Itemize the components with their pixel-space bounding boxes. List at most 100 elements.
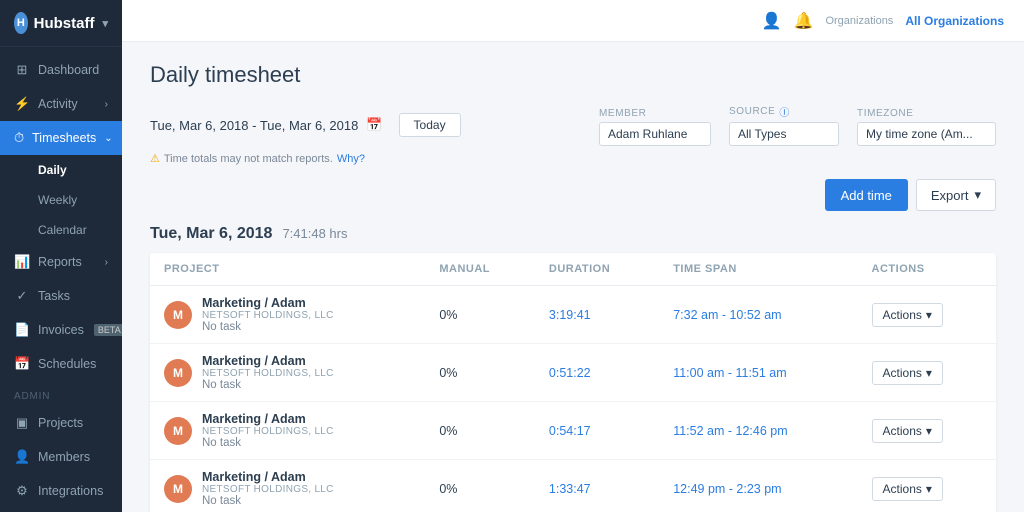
actions-button[interactable]: Actions ▾ bbox=[872, 477, 943, 501]
th-timespan: Time span bbox=[659, 253, 857, 286]
export-chevron-icon: ▾ bbox=[974, 187, 981, 203]
project-name: Marketing / Adam bbox=[202, 354, 334, 368]
th-actions: Actions bbox=[858, 253, 996, 286]
project-cell: M Marketing / Adam NETSOFT HOLDINGS, LLC… bbox=[150, 460, 425, 512]
sidebar-item-dashboard[interactable]: ⊞ Dashboard bbox=[0, 53, 122, 87]
sidebar-item-payments[interactable]: 💳 Payments bbox=[0, 508, 122, 512]
sidebar-subitem-daily[interactable]: Daily bbox=[0, 155, 122, 185]
dashboard-icon: ⊞ bbox=[14, 62, 30, 78]
timespan-cell: 11:52 am - 12:46 pm bbox=[659, 402, 857, 460]
sidebar-item-timesheets[interactable]: ⏱ Timesheets ⌄ bbox=[0, 121, 122, 155]
source-filter-label: SOURCE ⓘ bbox=[729, 104, 839, 119]
export-button[interactable]: Export ▾ bbox=[916, 179, 996, 211]
org-value[interactable]: All Organizations bbox=[905, 14, 1004, 28]
topbar: 👤 🔔 Organizations All Organizations bbox=[122, 0, 1024, 42]
weekly-label: Weekly bbox=[38, 193, 77, 207]
warning-banner: ⚠ Time totals may not match reports. Why… bbox=[150, 152, 996, 165]
table-row: M Marketing / Adam NETSOFT HOLDINGS, LLC… bbox=[150, 286, 996, 344]
project-info: Marketing / Adam NETSOFT HOLDINGS, LLC N… bbox=[202, 412, 334, 449]
sidebar-item-reports[interactable]: 📊 Reports › bbox=[0, 245, 122, 279]
integrations-icon: ⚙ bbox=[14, 483, 30, 499]
timespan-cell: 7:32 am - 10:52 am bbox=[659, 286, 857, 344]
sidebar-item-invoices[interactable]: 📄 Invoices BETA bbox=[0, 313, 122, 347]
member-filter-label: MEMBER bbox=[599, 108, 711, 119]
timespan-value: 12:49 pm - 2:23 pm bbox=[673, 482, 781, 496]
project-task: No task bbox=[202, 379, 334, 391]
actions-cell: Actions ▾ bbox=[858, 344, 996, 402]
actions-button[interactable]: Actions ▾ bbox=[872, 303, 943, 327]
actions-chevron-icon: ▾ bbox=[926, 424, 932, 438]
timespan-value: 7:32 am - 10:52 am bbox=[673, 308, 781, 322]
sidebar-item-integrations[interactable]: ⚙ Integrations bbox=[0, 474, 122, 508]
page-title: Daily timesheet bbox=[150, 62, 996, 88]
duration-value: 0:51:22 bbox=[549, 366, 591, 380]
th-project: Project bbox=[150, 253, 425, 286]
sidebar-item-label: Invoices bbox=[38, 323, 84, 337]
duration-value: 1:33:47 bbox=[549, 482, 591, 496]
sidebar-subitem-weekly[interactable]: Weekly bbox=[0, 185, 122, 215]
sidebar-item-projects[interactable]: ▣ Projects bbox=[0, 406, 122, 440]
chevron-right-icon: › bbox=[105, 257, 108, 268]
member-filter-group: MEMBER Adam Ruhlane bbox=[599, 108, 711, 146]
sidebar: H Hubstaff ▾ ⊞ Dashboard ⚡ Activity › ⏱ … bbox=[0, 0, 122, 512]
projects-icon: ▣ bbox=[14, 415, 30, 431]
th-manual: Manual bbox=[425, 253, 535, 286]
calendar-icon[interactable]: 📅 bbox=[366, 117, 382, 133]
actions-label: Actions bbox=[883, 308, 922, 322]
sidebar-item-label: Tasks bbox=[38, 289, 70, 303]
reports-icon: 📊 bbox=[14, 254, 30, 270]
timespan-value: 11:52 am - 12:46 pm bbox=[673, 424, 787, 438]
actions-label: Actions bbox=[883, 482, 922, 496]
sidebar-subitem-calendar[interactable]: Calendar bbox=[0, 215, 122, 245]
app-logo[interactable]: H Hubstaff ▾ bbox=[0, 0, 122, 47]
sidebar-item-tasks[interactable]: ✓ Tasks bbox=[0, 279, 122, 313]
project-task: No task bbox=[202, 437, 334, 449]
duration-value: 0:54:17 bbox=[549, 424, 591, 438]
timespan-cell: 12:49 pm - 2:23 pm bbox=[659, 460, 857, 512]
logo-icon: H bbox=[14, 12, 28, 34]
avatar: M bbox=[164, 417, 192, 445]
table-row: M Marketing / Adam NETSOFT HOLDINGS, LLC… bbox=[150, 344, 996, 402]
actions-button[interactable]: Actions ▾ bbox=[872, 361, 943, 385]
manual-cell: 0% bbox=[425, 460, 535, 512]
sidebar-item-schedules[interactable]: 📅 Schedules bbox=[0, 347, 122, 381]
today-button[interactable]: Today bbox=[399, 113, 461, 137]
add-time-button[interactable]: Add time bbox=[825, 179, 908, 211]
sidebar-nav: ⊞ Dashboard ⚡ Activity › ⏱ Timesheets ⌄ … bbox=[0, 47, 122, 512]
project-cell: M Marketing / Adam NETSOFT HOLDINGS, LLC… bbox=[150, 286, 425, 344]
sidebar-item-activity[interactable]: ⚡ Activity › bbox=[0, 87, 122, 121]
project-name: Marketing / Adam bbox=[202, 296, 334, 310]
tasks-icon: ✓ bbox=[14, 288, 30, 304]
sidebar-item-members[interactable]: 👤 Members bbox=[0, 440, 122, 474]
filter-bar: Tue, Mar 6, 2018 - Tue, Mar 6, 2018 📅 To… bbox=[150, 104, 996, 146]
actions-cell: Actions ▾ bbox=[858, 460, 996, 512]
sidebar-item-label: Members bbox=[38, 450, 90, 464]
source-select[interactable]: All Types bbox=[729, 122, 839, 146]
sidebar-item-label: Activity bbox=[38, 97, 78, 111]
timesheets-icon: ⏱ bbox=[14, 130, 24, 146]
schedules-icon: 📅 bbox=[14, 356, 30, 372]
timespan-value: 11:00 am - 11:51 am bbox=[673, 366, 787, 380]
filter-controls: MEMBER Adam Ruhlane SOURCE ⓘ All Types bbox=[599, 104, 996, 146]
manual-cell: 0% bbox=[425, 344, 535, 402]
action-row: Add time Export ▾ bbox=[150, 179, 996, 211]
th-duration: Duration bbox=[535, 253, 659, 286]
project-org: NETSOFT HOLDINGS, LLC bbox=[202, 484, 334, 495]
activity-icon: ⚡ bbox=[14, 96, 30, 112]
timezone-select[interactable]: My time zone (Am... bbox=[857, 122, 996, 146]
day-header: Tue, Mar 6, 2018 7:41:48 hrs bbox=[150, 225, 996, 243]
member-select[interactable]: Adam Ruhlane bbox=[599, 122, 711, 146]
actions-button[interactable]: Actions ▾ bbox=[872, 419, 943, 443]
app-name: Hubstaff bbox=[34, 15, 95, 32]
duration-cell: 0:51:22 bbox=[535, 344, 659, 402]
calendar-label: Calendar bbox=[38, 223, 87, 237]
timespan-cell: 11:00 am - 11:51 am bbox=[659, 344, 857, 402]
manual-cell: 0% bbox=[425, 402, 535, 460]
project-org: NETSOFT HOLDINGS, LLC bbox=[202, 368, 334, 379]
why-link[interactable]: Why? bbox=[337, 153, 365, 165]
day-title: Tue, Mar 6, 2018 bbox=[150, 225, 272, 243]
project-cell: M Marketing / Adam NETSOFT HOLDINGS, LLC… bbox=[150, 344, 425, 402]
bell-icon[interactable]: 🔔 bbox=[794, 11, 814, 31]
avatar: M bbox=[164, 359, 192, 387]
user-icon[interactable]: 👤 bbox=[762, 11, 782, 31]
